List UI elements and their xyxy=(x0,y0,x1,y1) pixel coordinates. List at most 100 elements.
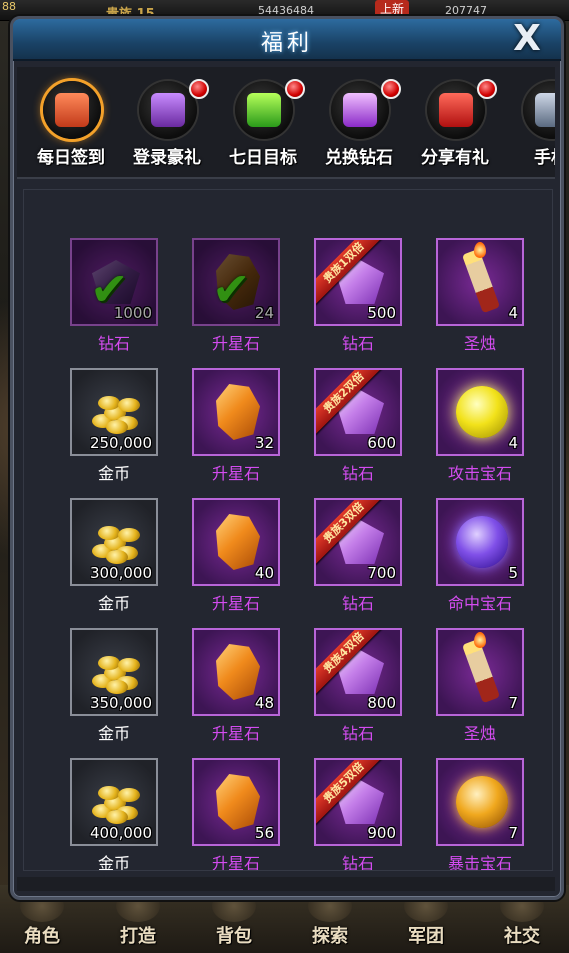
reward-name: 攻击宝石 xyxy=(447,464,512,483)
reward-slot[interactable]: ✔ 1000 xyxy=(70,238,158,326)
phone-icon-art xyxy=(535,93,555,127)
reward-slot[interactable]: 48 xyxy=(192,628,280,716)
reward-name: 钻石 xyxy=(341,594,374,613)
bottom-nav-item[interactable]: 探索 xyxy=(294,922,366,948)
reward-cell: 贵族5双倍 900 钻石 xyxy=(300,758,412,870)
bottom-nav-item[interactable]: 社交 xyxy=(486,922,558,948)
claimed-check-icon: ✔ xyxy=(212,262,251,316)
reward-slot[interactable]: 400,000 xyxy=(70,758,158,846)
panel-title: 福利 xyxy=(260,31,313,56)
star-stone-icon xyxy=(216,774,260,830)
panel-footer xyxy=(17,877,555,891)
reward-quantity: 24 xyxy=(254,304,274,322)
coin xyxy=(106,810,128,824)
reward-cell: 贵族3双倍 700 钻石 xyxy=(300,498,412,626)
tab-calendar[interactable]: 每日签到 xyxy=(21,75,121,175)
reward-cell: 贵族2双倍 600 钻石 xyxy=(300,368,412,496)
reward-cell: 350,000 金币 xyxy=(56,628,168,756)
diamond-icon-art xyxy=(343,93,377,127)
reward-cell: 400,000 金币 xyxy=(56,758,168,870)
reward-quantity: 32 xyxy=(254,434,274,452)
crit-gem-icon xyxy=(456,776,508,828)
reward-slot[interactable]: 40 xyxy=(192,498,280,586)
reward-cell: 7 暴击宝石 xyxy=(422,758,534,870)
coin xyxy=(118,398,140,412)
reward-cell: 贵族1双倍 500 钻石 xyxy=(300,238,412,366)
coin xyxy=(98,526,120,540)
reward-cell: 贵族4双倍 800 钻石 xyxy=(300,628,412,756)
daily-signin-reward-grid: ✔ 1000 钻石 ✔ 24 升星石 贵族1双倍 500 钻石 4 圣烛 250,000 金币 32 升星石… xyxy=(23,189,553,871)
reward-quantity: 4 xyxy=(508,434,518,452)
reward-slot[interactable]: 贵族2双倍 600 xyxy=(314,368,402,456)
reward-name: 升星石 xyxy=(211,854,260,871)
tab-seven-day-target[interactable]: 七日目标 xyxy=(213,75,313,175)
notification-dot xyxy=(477,79,497,99)
tab-gift[interactable]: 分享有礼 xyxy=(405,75,505,175)
reward-slot[interactable]: 7 xyxy=(436,758,524,846)
candle-flame xyxy=(474,632,486,648)
reward-quantity: 500 xyxy=(367,304,396,322)
tab-label: 手机 xyxy=(534,148,555,168)
notification-dot xyxy=(189,79,209,99)
reward-slot[interactable]: 32 xyxy=(192,368,280,456)
reward-name: 金币 xyxy=(97,724,130,743)
bottom-nav-item[interactable]: 军团 xyxy=(390,922,462,948)
gold-coins-icon xyxy=(90,652,142,694)
tab-treasure-chest[interactable]: 登录豪礼 xyxy=(117,75,217,175)
tab-label: 分享有礼 xyxy=(421,148,489,168)
tab-label: 兑换钻石 xyxy=(325,148,393,168)
reward-name: 暴击宝石 xyxy=(447,854,512,871)
reward-slot[interactable]: 贵族1双倍 500 xyxy=(314,238,402,326)
tab-label: 每日签到 xyxy=(37,148,105,168)
reward-slot[interactable]: 7 xyxy=(436,628,524,716)
attack-gem-icon xyxy=(456,386,508,438)
welfare-panel: 福利 X 每日签到登录豪礼七日目标兑换钻石分享有礼手机 ✔1000钻石✔24升星… xyxy=(10,16,564,900)
coin xyxy=(118,658,140,672)
reward-name: 钻石 xyxy=(341,854,374,871)
reward-name: 命中宝石 xyxy=(447,594,512,613)
reward-slot[interactable]: 300,000 xyxy=(70,498,158,586)
tab-diamond[interactable]: 兑换钻石 xyxy=(309,75,409,175)
reward-cell: 48 升星石 xyxy=(178,628,290,756)
reward-cell: 32 升星石 xyxy=(178,368,290,496)
coin xyxy=(98,396,120,410)
calendar-icon-art xyxy=(55,93,89,127)
coin xyxy=(98,656,120,670)
reward-quantity: 1000 xyxy=(113,304,152,322)
candle-body xyxy=(461,248,501,314)
reward-slot[interactable]: 4 xyxy=(436,368,524,456)
seven-day-target-icon-art xyxy=(247,93,281,127)
reward-name: 升星石 xyxy=(211,464,260,483)
coin xyxy=(98,786,120,800)
reward-name: 圣烛 xyxy=(463,724,496,743)
tab-phone[interactable]: 手机 xyxy=(501,75,555,175)
reward-slot[interactable]: 4 xyxy=(436,238,524,326)
bottom-nav-item[interactable]: 背包 xyxy=(198,922,270,948)
reward-quantity: 250,000 xyxy=(89,434,152,452)
star-stone-icon xyxy=(216,384,260,440)
reward-quantity: 400,000 xyxy=(89,824,152,842)
close-button[interactable]: X xyxy=(503,19,551,59)
coin xyxy=(106,420,128,434)
reward-slot[interactable]: 5 xyxy=(436,498,524,586)
reward-slot[interactable]: ✔ 24 xyxy=(192,238,280,326)
reward-cell: ✔ 24 升星石 xyxy=(178,238,290,366)
reward-slot[interactable]: 贵族3双倍 700 xyxy=(314,498,402,586)
reward-quantity: 5 xyxy=(508,564,518,582)
bottom-nav-item[interactable]: 角色 xyxy=(6,922,78,948)
reward-slot[interactable]: 贵族4双倍 800 xyxy=(314,628,402,716)
bottom-nav-item[interactable]: 打造 xyxy=(102,922,174,948)
reward-slot[interactable]: 350,000 xyxy=(70,628,158,716)
hit-gem-icon xyxy=(456,516,508,568)
reward-cell: 300,000 金币 xyxy=(56,498,168,626)
reward-cell: 7 圣烛 xyxy=(422,628,534,756)
reward-slot[interactable]: 贵族5双倍 900 xyxy=(314,758,402,846)
reward-slot[interactable]: 250,000 xyxy=(70,368,158,456)
reward-quantity: 7 xyxy=(508,694,518,712)
calendar-icon xyxy=(43,81,101,139)
reward-name: 金币 xyxy=(97,464,130,483)
gold-coins-icon xyxy=(90,522,142,564)
reward-cell: 4 圣烛 xyxy=(422,238,534,366)
reward-name: 钻石 xyxy=(341,334,374,353)
reward-slot[interactable]: 56 xyxy=(192,758,280,846)
